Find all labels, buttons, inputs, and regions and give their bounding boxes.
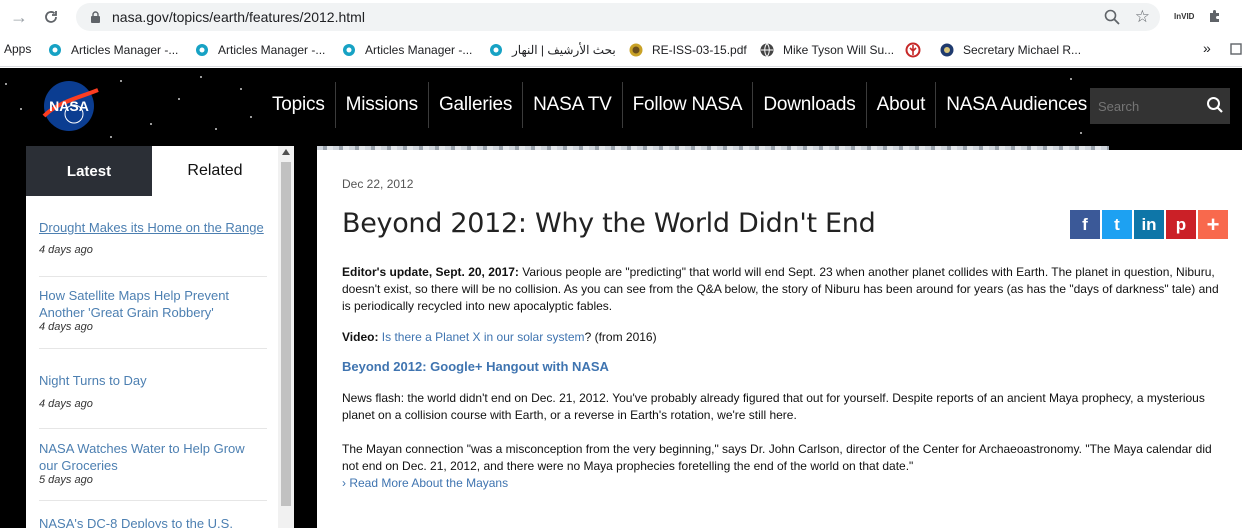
read-more-mayans-link[interactable]: › Read More About the Mayans (342, 475, 1222, 492)
pinterest-share-button[interactable]: p (1166, 210, 1196, 239)
bookmark-articles-manager-2[interactable]: Articles Manager -... (194, 42, 325, 58)
bookmark-pdf[interactable]: RE-ISS-03-15.pdf (628, 42, 747, 58)
gear-favicon-icon (488, 42, 504, 58)
bookmark-mike-tyson[interactable]: Mike Tyson Will Su... (759, 42, 894, 58)
divider (39, 500, 267, 501)
gear-favicon-icon (47, 42, 63, 58)
sidebar-link[interactable]: Drought Makes its Home on the Range (39, 219, 267, 236)
list-item: Drought Makes its Home on the Range 4 da… (39, 219, 267, 256)
site-header: NASA Topics Missions Galleries NASA TV F… (0, 68, 1242, 146)
share-buttons: f t in p + (1070, 210, 1228, 239)
other-bookmarks-folder-icon[interactable] (1230, 42, 1242, 56)
bookmark-star-icon[interactable]: ☆ (1135, 7, 1150, 27)
globe-favicon-icon (759, 42, 775, 58)
twitter-share-button[interactable]: t (1102, 210, 1132, 239)
url-text: nasa.gov/topics/earth/features/2012.html (112, 9, 365, 25)
invid-extension-icon[interactable]: InVID (1174, 12, 1194, 21)
state-seal-favicon-icon (939, 42, 955, 58)
nav-nasa-audiences[interactable]: NASA Audiences (936, 82, 1097, 128)
video-suffix: ? (from 2016) (584, 330, 657, 344)
video-line: Video: Is there a Planet X in our solar … (342, 329, 1222, 346)
timestamp: 4 days ago (39, 321, 93, 333)
list-item: Night Turns to Day 4 days ago (39, 372, 267, 410)
search-input[interactable] (1090, 98, 1200, 114)
nav-topics[interactable]: Topics (262, 82, 336, 128)
main-navigation: Topics Missions Galleries NASA TV Follow… (262, 68, 1097, 142)
sidebar-link[interactable]: How Satellite Maps Help Prevent Another … (39, 287, 267, 321)
lock-icon (88, 10, 102, 24)
nav-downloads[interactable]: Downloads (753, 82, 867, 128)
editor-update-label: Editor's update, Sept. 20, 2017: (342, 265, 519, 279)
nav-nasa-tv[interactable]: NASA TV (523, 82, 623, 128)
menu-icon[interactable]: ⋮ (1236, 6, 1242, 26)
page-title: Beyond 2012: Why the World Didn't End (342, 208, 876, 239)
tab-latest[interactable]: Latest (26, 146, 152, 196)
article: Dec 22, 2012 Beyond 2012: Why the World … (317, 150, 1242, 528)
linkedin-share-button[interactable]: in (1134, 210, 1164, 239)
site-search (1090, 88, 1230, 124)
bookmark-red-icon[interactable] (905, 42, 929, 58)
article-date: Dec 22, 2012 (342, 177, 414, 191)
news-flash-paragraph: News flash: the world didn't end on Dec.… (342, 391, 1205, 422)
video-label: Video: (342, 330, 379, 344)
twitter-icon: t (1114, 214, 1120, 234)
timestamp: 4 days ago (39, 244, 93, 256)
timestamp: 5 days ago (39, 474, 93, 486)
rebel-favicon-icon (905, 42, 921, 58)
zoom-icon[interactable] (1104, 9, 1120, 30)
address-bar[interactable]: nasa.gov/topics/earth/features/2012.html… (76, 3, 1160, 31)
plus-icon: + (1206, 211, 1220, 237)
bookmarks-overflow-button[interactable]: » (1203, 40, 1211, 56)
pinterest-icon: p (1175, 214, 1187, 234)
linkedin-icon: in (1141, 214, 1157, 234)
scrollbar-thumb[interactable] (281, 162, 291, 506)
sidebar-list: Drought Makes its Home on the Range 4 da… (26, 196, 278, 528)
scroll-up-arrow-icon[interactable] (282, 149, 290, 155)
hangout-link[interactable]: Beyond 2012: Google+ Hangout with NASA (342, 359, 609, 374)
divider (39, 348, 267, 349)
sidebar: Latest Related Drought Makes its Home on… (26, 146, 294, 528)
list-item: NASA Watches Water to Help Grow our Groc… (39, 440, 267, 486)
facebook-share-button[interactable]: f (1070, 210, 1100, 239)
bookmark-annahar-archive[interactable]: بحث الأرشيف | النهار (488, 42, 616, 58)
nasa-logo[interactable]: NASA (38, 78, 102, 134)
bookmarks-bar: Apps Articles Manager -... Articles Mana… (0, 35, 1242, 67)
extensions-puzzle-icon[interactable] (1207, 8, 1223, 29)
bookmark-articles-manager-3[interactable]: Articles Manager -... (341, 42, 472, 58)
sidebar-link[interactable]: Night Turns to Day (39, 372, 267, 389)
nav-missions[interactable]: Missions (336, 82, 429, 128)
browser-toolbar: → nasa.gov/topics/earth/features/2012.ht… (0, 0, 1242, 35)
list-item: NASA's DC-8 Deploys to the U.S. Virgin (39, 515, 267, 528)
bookmark-secretary[interactable]: Secretary Michael R... (939, 42, 1081, 58)
gear-favicon-icon (194, 42, 210, 58)
bookmark-apps[interactable]: Apps (4, 42, 31, 56)
facebook-icon: f (1082, 214, 1088, 234)
nav-about[interactable]: About (867, 82, 937, 128)
sidebar-tabs: Latest Related (26, 146, 294, 196)
forward-icon[interactable]: → (6, 4, 32, 30)
bookmark-articles-manager-1[interactable]: Articles Manager -... (47, 42, 178, 58)
divider (39, 276, 267, 277)
sidebar-link[interactable]: NASA's DC-8 Deploys to the U.S. Virgin (39, 515, 267, 528)
nav-follow-nasa[interactable]: Follow NASA (623, 82, 754, 128)
sidebar-link[interactable]: NASA Watches Water to Help Grow our Groc… (39, 440, 267, 474)
mayan-connection-paragraph: The Mayan connection "was a misconceptio… (342, 442, 1212, 473)
tab-related[interactable]: Related (152, 146, 278, 196)
sidebar-scrollbar[interactable] (278, 146, 294, 528)
timestamp: 4 days ago (39, 398, 93, 410)
divider (39, 428, 267, 429)
reload-icon[interactable] (38, 4, 64, 30)
seal-favicon-icon (628, 42, 644, 58)
gear-favicon-icon (341, 42, 357, 58)
more-share-button[interactable]: + (1198, 210, 1228, 239)
search-icon[interactable] (1206, 96, 1224, 119)
nav-galleries[interactable]: Galleries (429, 82, 524, 128)
list-item: How Satellite Maps Help Prevent Another … (39, 287, 267, 333)
editor-update-paragraph: Editor's update, Sept. 20, 2017: Various… (342, 264, 1222, 315)
svg-text:NASA: NASA (49, 98, 89, 114)
planet-x-video-link[interactable]: Is there a Planet X in our solar system (382, 330, 585, 344)
